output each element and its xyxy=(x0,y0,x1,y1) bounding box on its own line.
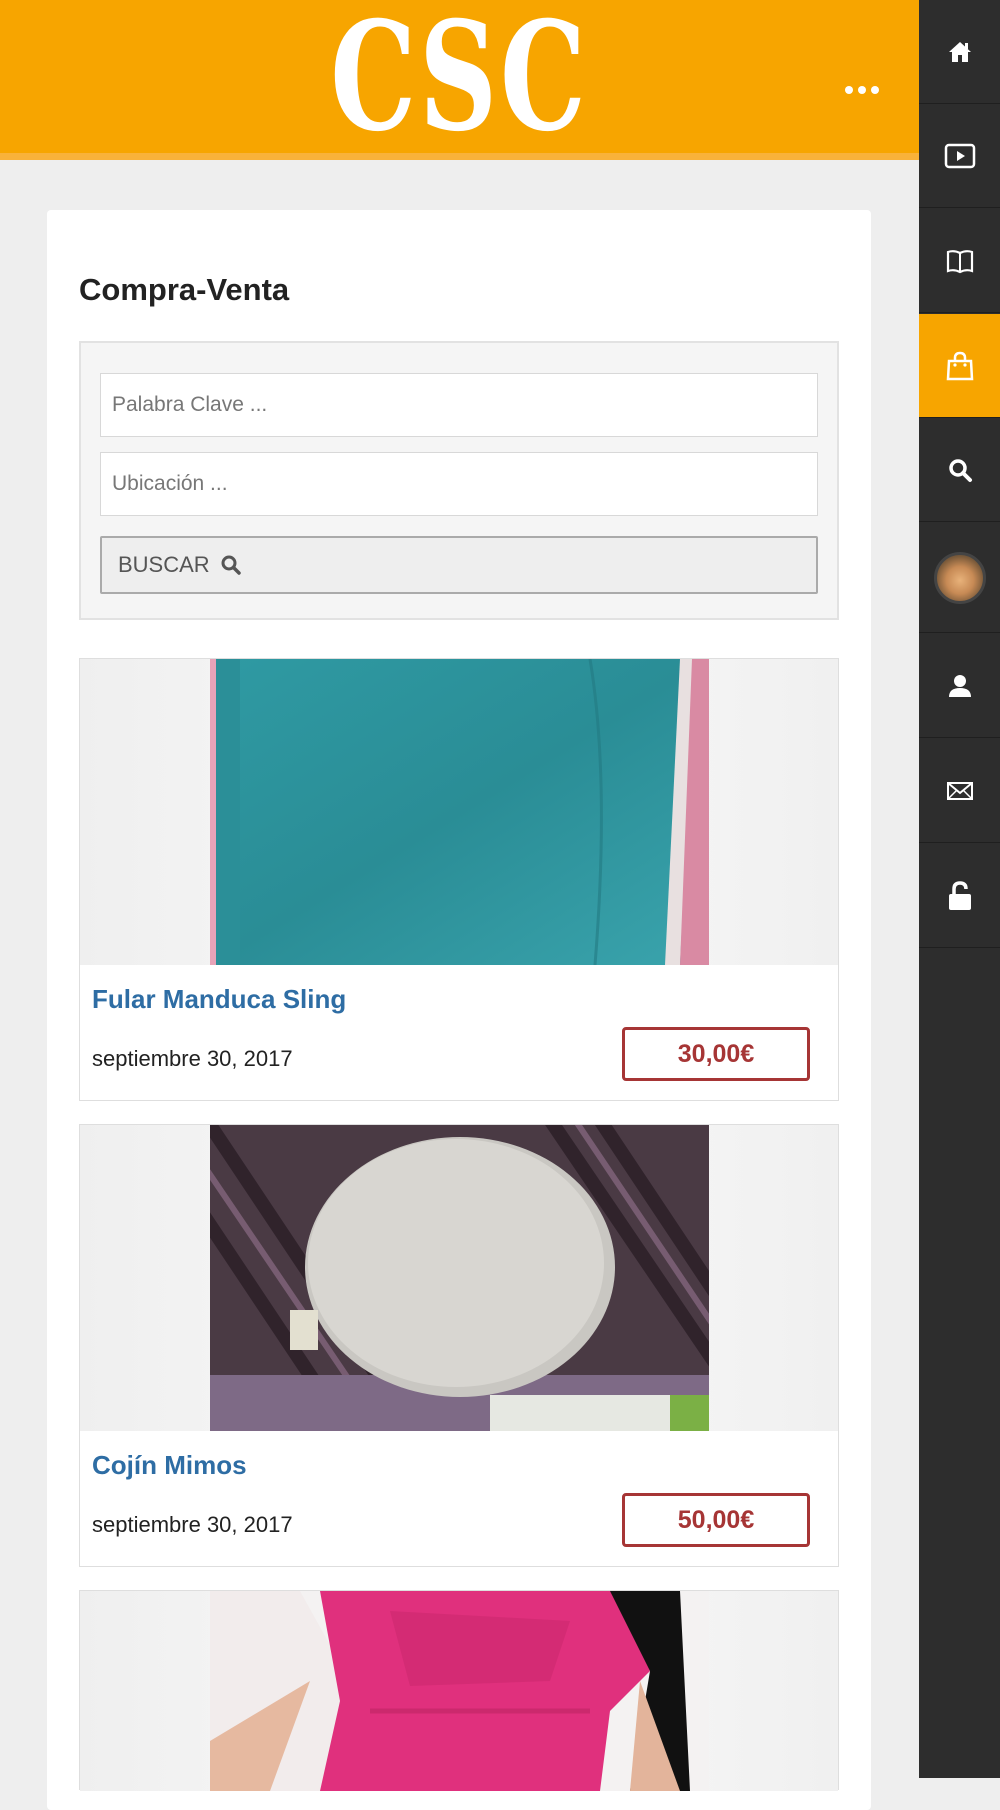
listing-card[interactable]: Fular Manduca Sling septiembre 30, 2017 … xyxy=(79,658,839,1101)
sidebar-item-messages[interactable] xyxy=(919,739,1000,843)
listing-price: 50,00€ xyxy=(622,1493,810,1547)
listing-card[interactable] xyxy=(79,1590,839,1791)
listing-card[interactable]: Cojín Mimos septiembre 30, 2017 50,00€ xyxy=(79,1124,839,1567)
listing-image[interactable] xyxy=(80,1591,838,1791)
unlock-icon xyxy=(948,880,971,910)
logo-text: CSC xyxy=(330,0,590,165)
keyword-input[interactable] xyxy=(100,373,818,437)
sidebar-item-login[interactable] xyxy=(919,844,1000,948)
shopping-bag-icon xyxy=(946,351,973,380)
listing-title[interactable]: Fular Manduca Sling xyxy=(92,984,346,1015)
user-icon xyxy=(948,674,971,697)
sidebar-item-home[interactable] xyxy=(919,0,1000,104)
sidebar-item-library[interactable] xyxy=(919,209,1000,313)
search-icon xyxy=(948,458,972,482)
listing-price: 30,00€ xyxy=(622,1027,810,1081)
home-icon xyxy=(948,41,971,62)
search-icon xyxy=(221,555,241,575)
play-icon xyxy=(944,143,975,168)
sidebar-item-account[interactable] xyxy=(919,634,1000,738)
site-logo[interactable]: CSC xyxy=(330,0,590,162)
more-menu-icon[interactable] xyxy=(845,78,879,102)
sidebar-item-search[interactable] xyxy=(919,418,1000,522)
sidebar-item-videos[interactable] xyxy=(919,104,1000,208)
book-icon xyxy=(946,249,973,273)
sidebar-item-profile-avatar[interactable] xyxy=(919,523,1000,633)
listing-date: septiembre 30, 2017 xyxy=(92,1046,293,1071)
page-title: Compra-Venta xyxy=(79,272,290,307)
listing-photo xyxy=(210,659,709,965)
sidebar-nav xyxy=(919,0,1000,1778)
listing-image[interactable] xyxy=(80,1125,838,1431)
main-content: CSC Compra-Venta BUSCAR xyxy=(0,0,919,1810)
location-input[interactable] xyxy=(100,452,818,516)
avatar xyxy=(933,551,986,604)
sidebar-item-shop[interactable] xyxy=(919,314,1000,418)
listing-photo xyxy=(210,1125,709,1431)
listing-title[interactable]: Cojín Mimos xyxy=(92,1450,247,1481)
listing-date: septiembre 30, 2017 xyxy=(92,1512,293,1537)
search-button-label: BUSCAR xyxy=(118,552,210,577)
site-header: CSC xyxy=(0,0,919,160)
search-button[interactable]: BUSCAR xyxy=(100,536,818,594)
listing-image[interactable] xyxy=(80,659,838,965)
listing-photo xyxy=(210,1591,709,1791)
envelope-icon xyxy=(946,781,973,800)
